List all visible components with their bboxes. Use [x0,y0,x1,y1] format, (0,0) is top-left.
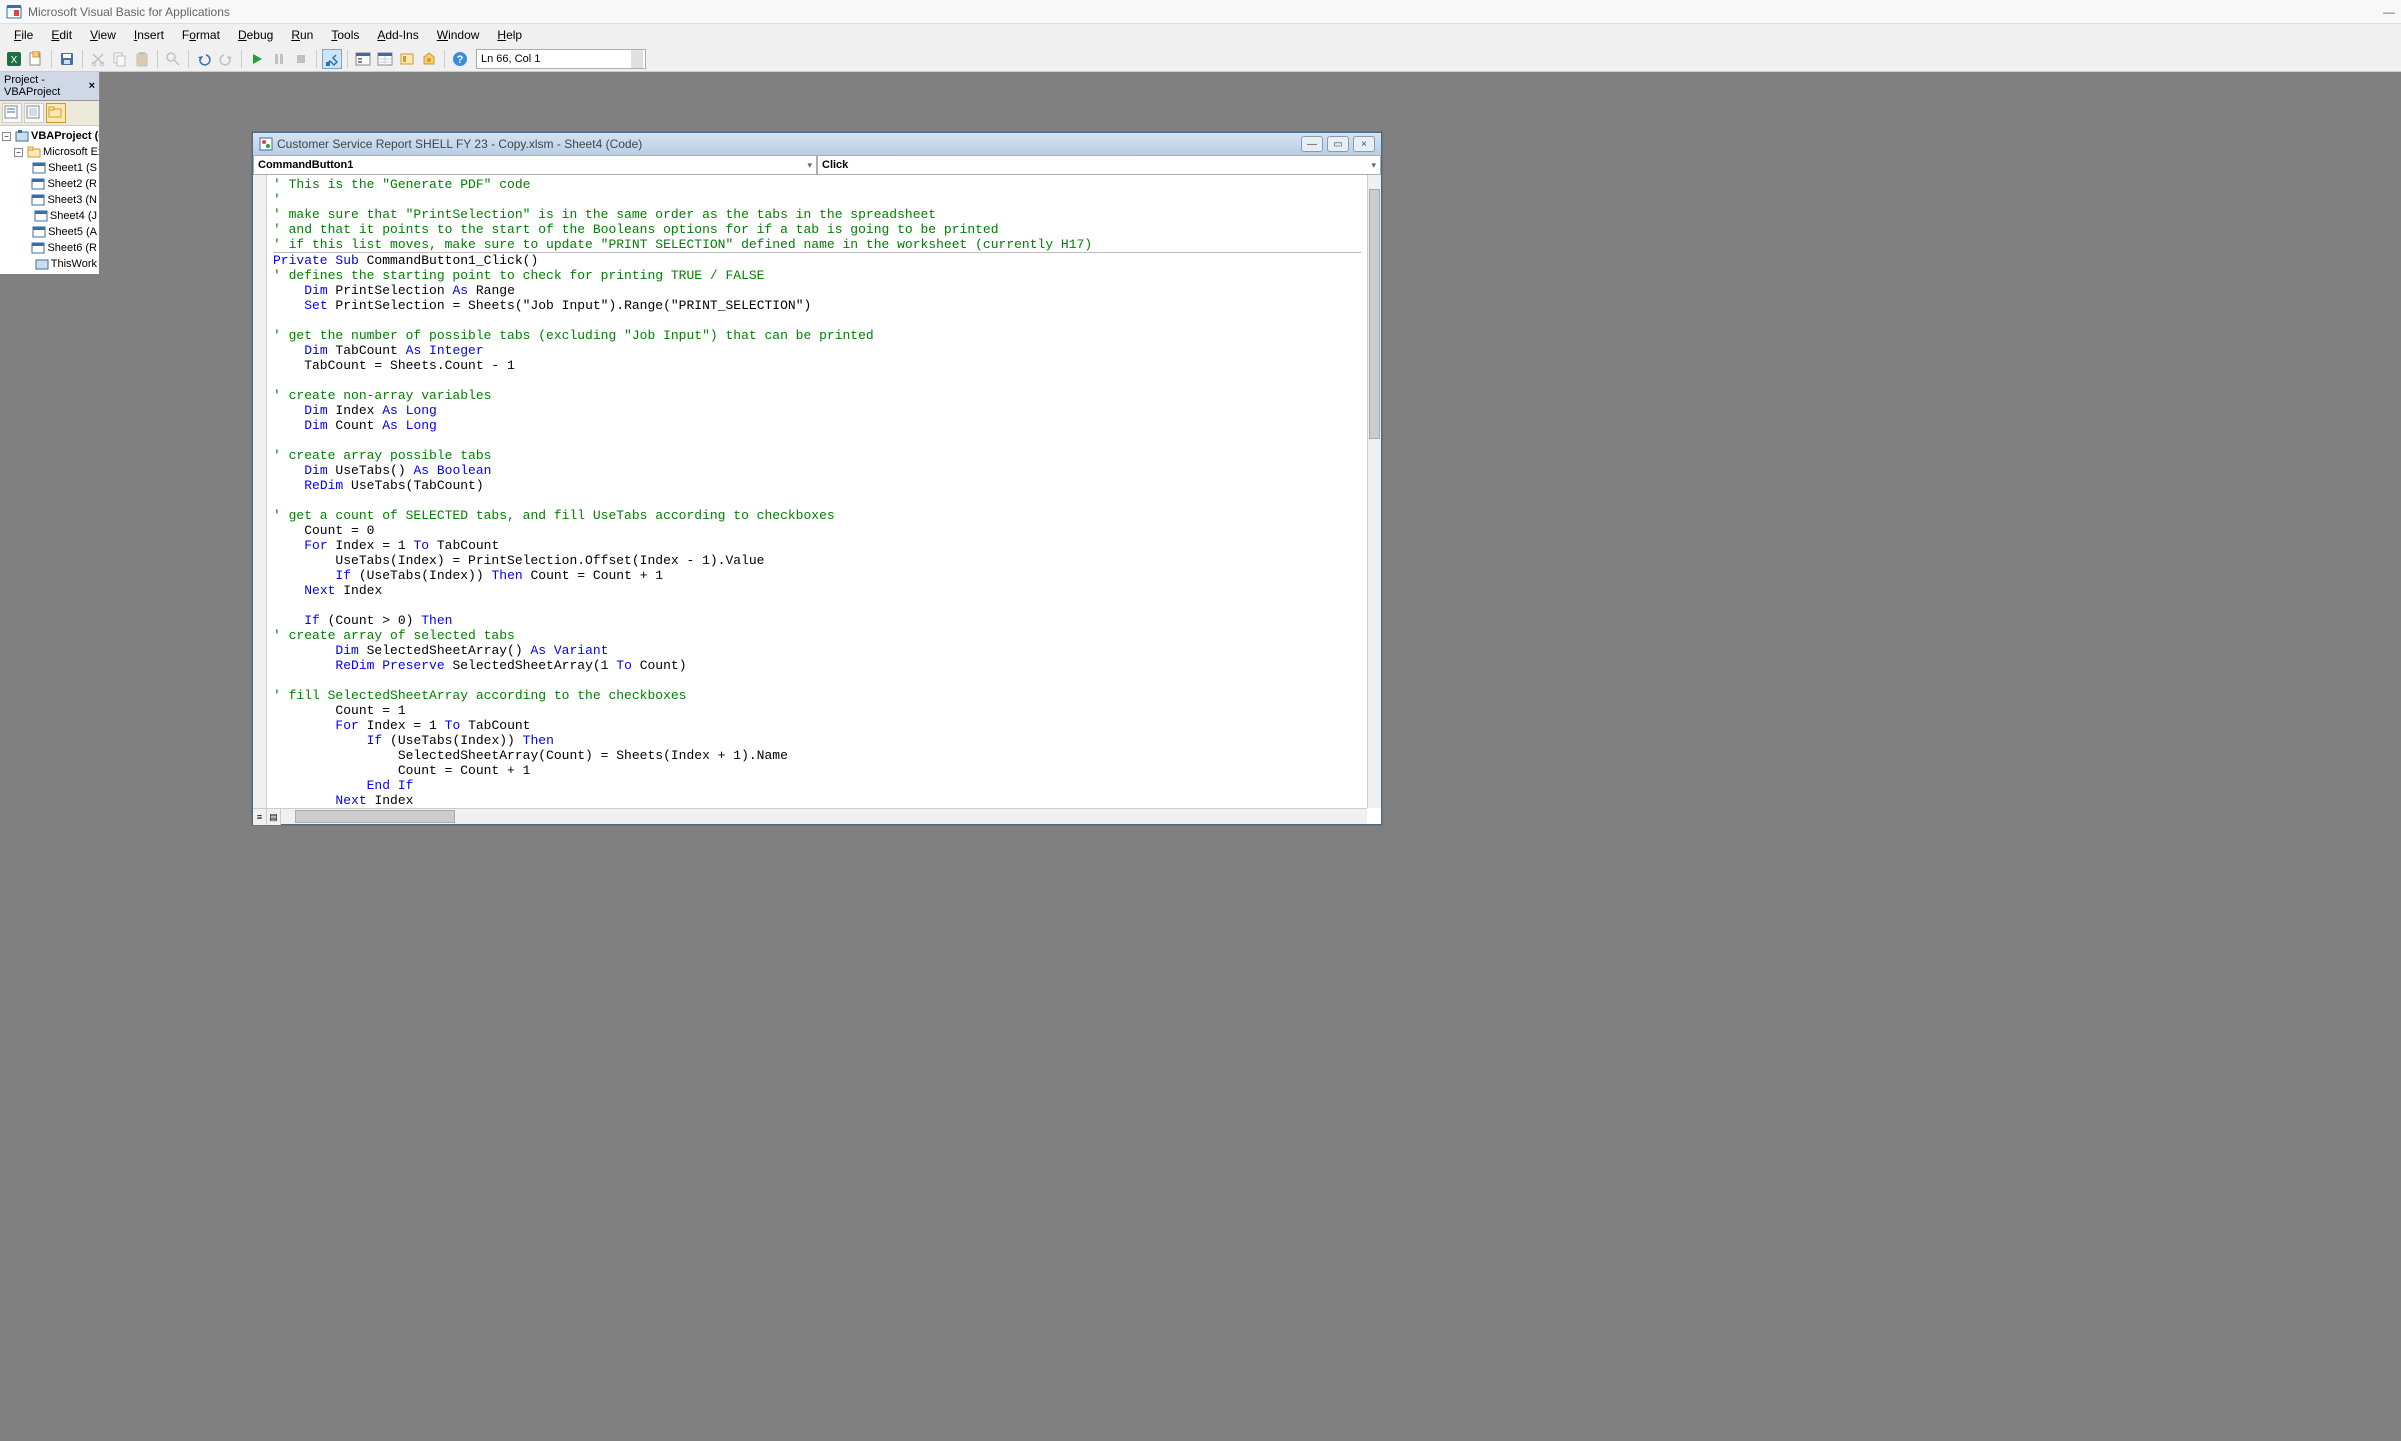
cut-button[interactable] [88,49,108,69]
folder-node[interactable]: − Microsoft Ex [0,144,99,160]
menu-file[interactable]: File [6,26,41,44]
redo-button[interactable] [216,49,236,69]
sheet-node[interactable]: Sheet1 (S [0,160,99,176]
full-module-view-button[interactable]: ▤ [267,809,281,825]
menu-edit[interactable]: Edit [43,26,80,44]
code-window: Customer Service Report SHELL FY 23 - Co… [252,132,1382,825]
sheet-node[interactable]: Sheet4 (J [0,208,99,224]
properties-button[interactable] [375,49,395,69]
code-window-title: Customer Service Report SHELL FY 23 - Co… [277,137,642,151]
cursor-position[interactable]: Ln 66, Col 1 [476,49,646,69]
cursor-position-text: Ln 66, Col 1 [481,53,540,65]
sheet-node[interactable]: Sheet2 (R [0,176,99,192]
copy-button[interactable] [110,49,130,69]
toggle-folders-button[interactable] [46,103,66,123]
project-explorer-close-button[interactable]: × [89,80,95,92]
project-explorer-button[interactable] [353,49,373,69]
svg-text:X: X [11,55,18,66]
code-window-minimize-button[interactable]: — [1301,136,1323,152]
workspace: Project - VBAProject × − VBAProject (C −… [0,72,2401,1441]
vertical-scrollbar[interactable] [1367,175,1381,808]
window-controls: — [2383,5,2395,19]
menu-insert[interactable]: Insert [126,26,172,44]
undo-button[interactable] [194,49,214,69]
svg-text:?: ? [457,54,464,66]
find-button[interactable] [163,49,183,69]
break-button[interactable] [269,49,289,69]
code-window-title-bar[interactable]: Customer Service Report SHELL FY 23 - Co… [253,133,1381,155]
toolbar: X ? Ln 66, Col 1 [0,46,2401,72]
code-gutter [253,175,267,808]
help-button[interactable]: ? [450,49,470,69]
view-excel-button[interactable]: X [4,49,24,69]
project-explorer-title: Project - VBAProject × [0,72,99,101]
menu-bar: File Edit View Insert Format Debug Run T… [0,24,2401,46]
sheet-node[interactable]: Sheet5 (A [0,224,99,240]
menu-addins[interactable]: Add-Ins [369,26,426,44]
project-explorer-toolbar [0,101,99,126]
code-editor[interactable]: ' This is the "Generate PDF" code'' make… [267,175,1367,808]
code-window-maximize-button[interactable]: ▭ [1327,136,1349,152]
project-tree[interactable]: − VBAProject (C − Microsoft Ex Sheet1 (S… [0,126,99,274]
code-window-close-button[interactable]: × [1353,136,1375,152]
app-icon [6,4,22,20]
menu-view[interactable]: View [82,26,124,44]
insert-button[interactable] [26,49,46,69]
code-window-icon [259,137,273,151]
view-object-button[interactable] [24,103,44,123]
minimize-button[interactable]: — [2383,5,2395,19]
design-mode-button[interactable] [322,49,342,69]
menu-run[interactable]: Run [283,26,321,44]
sheet-node[interactable]: ThisWork [0,256,99,272]
horizontal-scrollbar[interactable] [281,808,1367,824]
title-bar: Microsoft Visual Basic for Applications … [0,0,2401,24]
view-code-button[interactable] [2,103,22,123]
sheet-node[interactable]: Sheet6 (R [0,240,99,256]
menu-help[interactable]: Help [489,26,530,44]
menu-debug[interactable]: Debug [230,26,281,44]
toolbox-button[interactable] [419,49,439,69]
procedure-view-button[interactable]: ≡ [253,809,267,825]
save-button[interactable] [57,49,77,69]
reset-button[interactable] [291,49,311,69]
menu-window[interactable]: Window [429,26,488,44]
object-browser-button[interactable] [397,49,417,69]
paste-button[interactable] [132,49,152,69]
procedure-dropdown[interactable]: Click [817,155,1381,175]
sheet-node[interactable]: Sheet3 (N [0,192,99,208]
object-dropdown[interactable]: CommandButton1 [253,155,817,175]
project-explorer: Project - VBAProject × − VBAProject (C −… [0,72,100,242]
menu-tools[interactable]: Tools [323,26,367,44]
project-node[interactable]: − VBAProject (C [0,128,99,144]
app-title: Microsoft Visual Basic for Applications [28,5,230,19]
run-button[interactable] [247,49,267,69]
menu-format[interactable]: Format [174,26,228,44]
